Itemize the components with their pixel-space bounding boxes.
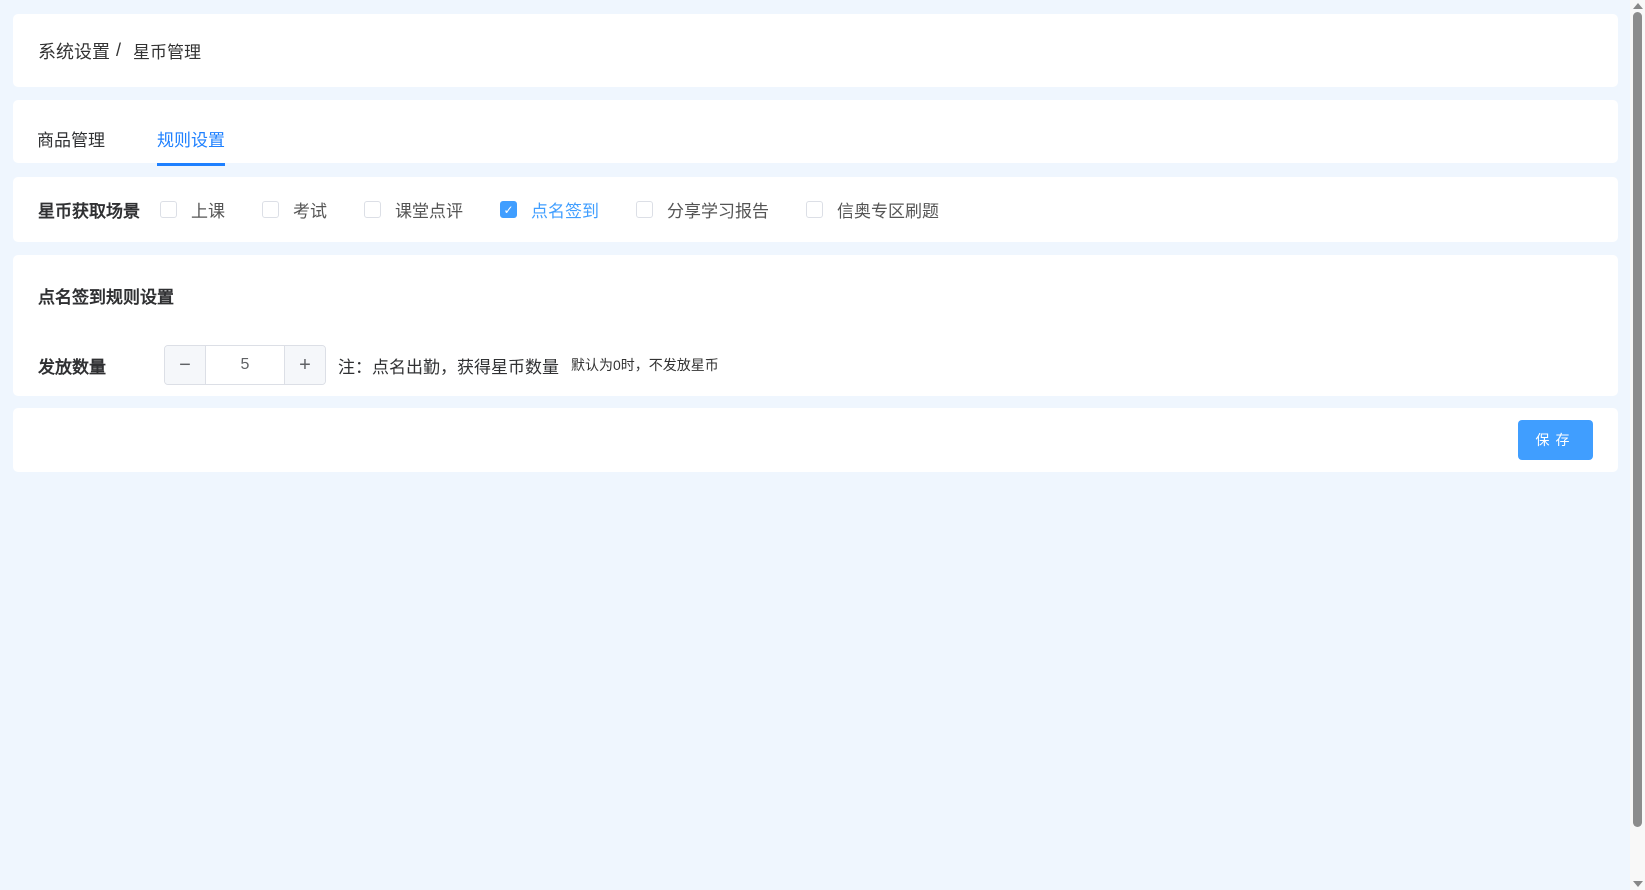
tab-product-management[interactable]: 商品管理	[37, 126, 105, 151]
rule-settings-panel: 点名签到规则设置 发放数量 − + 注：点名出勤，获得星币数量 默认为0时，不发…	[13, 255, 1618, 396]
checkbox-label: 点名签到	[531, 202, 599, 221]
checkbox-label: 上课	[191, 202, 225, 221]
quantity-label: 发放数量	[38, 357, 106, 377]
breadcrumb-parent[interactable]: 系统设置	[38, 38, 110, 64]
scene-label: 星币获取场景	[38, 202, 140, 221]
footer-bar: 保存	[13, 408, 1618, 472]
checkbox-box[interactable]	[806, 201, 823, 218]
increment-button[interactable]: +	[285, 346, 325, 384]
breadcrumb-separator: /	[116, 40, 122, 60]
quantity-row: 发放数量 − + 注：点名出勤，获得星币数量 默认为0时，不发放星币	[38, 345, 719, 385]
breadcrumb-current: 星币管理	[133, 43, 202, 62]
tab-rule-settings[interactable]: 规则设置	[157, 126, 225, 166]
checkbox-class[interactable]: 上课	[160, 197, 225, 222]
breadcrumb: 系统设置 / 星币管理	[13, 14, 1618, 87]
check-icon[interactable]: ✓	[500, 201, 517, 218]
checkbox-label: 课堂点评	[395, 202, 463, 221]
scene-selector: 星币获取场景 上课 考试 课堂点评 ✓ 点名签到 分享学习报告 信奥专区刷题	[13, 177, 1618, 242]
checkbox-class-review[interactable]: 课堂点评	[364, 197, 463, 222]
quantity-hint: 默认为0时，不发放星币	[571, 357, 719, 373]
tab-bar: 商品管理 规则设置	[13, 100, 1618, 166]
quantity-note: 注：点名出勤，获得星币数量	[338, 357, 559, 377]
scroll-up-icon[interactable]	[1633, 3, 1643, 9]
checkbox-box[interactable]	[262, 201, 279, 218]
checkbox-box[interactable]	[636, 201, 653, 218]
checkbox-label: 信奥专区刷题	[837, 202, 939, 221]
rule-title: 点名签到规则设置	[38, 288, 174, 307]
scrollbar[interactable]	[1630, 0, 1645, 890]
scrollbar-thumb[interactable]	[1633, 12, 1642, 827]
checkbox-olympiad-practice[interactable]: 信奥专区刷题	[806, 197, 939, 222]
checkbox-box[interactable]	[160, 201, 177, 218]
save-button[interactable]: 保存	[1518, 420, 1593, 460]
scroll-down-icon[interactable]	[1633, 881, 1643, 887]
checkbox-label: 考试	[293, 202, 327, 221]
checkbox-box[interactable]	[364, 201, 381, 218]
quantity-input[interactable]	[205, 346, 285, 384]
quantity-stepper: − +	[164, 345, 326, 385]
checkbox-share-report[interactable]: 分享学习报告	[636, 197, 769, 222]
checkbox-roll-call[interactable]: ✓ 点名签到	[500, 197, 599, 222]
decrement-button[interactable]: −	[165, 346, 205, 384]
checkbox-label: 分享学习报告	[667, 202, 769, 221]
checkbox-exam[interactable]: 考试	[262, 197, 327, 222]
